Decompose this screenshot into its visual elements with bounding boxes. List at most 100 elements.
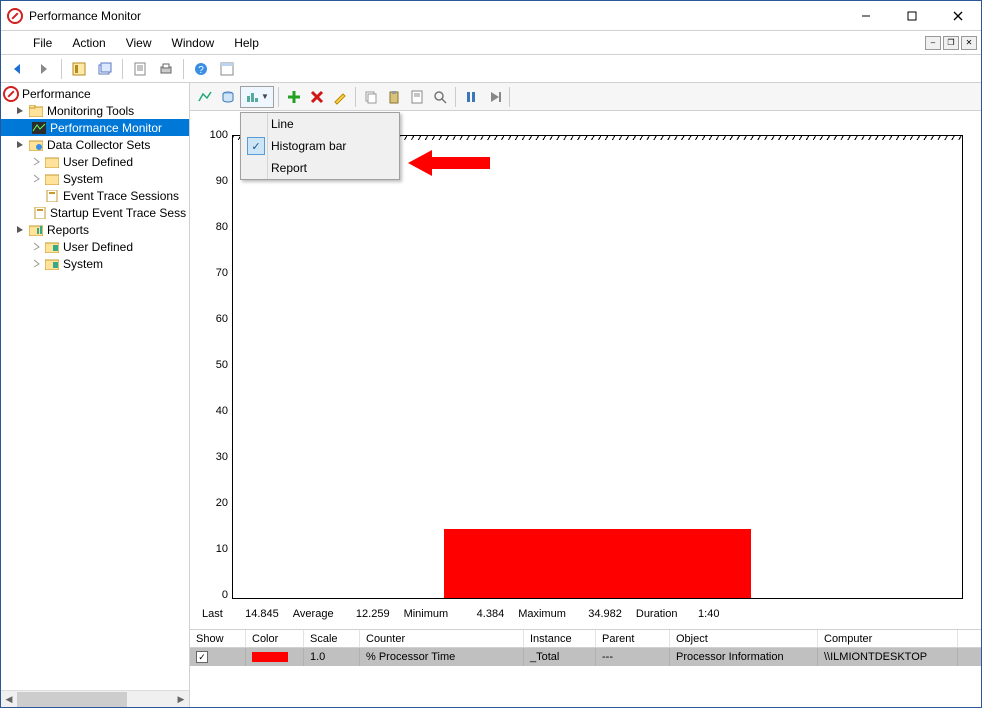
show-hide-tree-button[interactable] xyxy=(68,58,90,80)
folder-icon xyxy=(44,239,60,255)
chart-area: 0102030405060708090100 Last 14.845 Avera… xyxy=(190,111,981,629)
add-counter-button[interactable] xyxy=(283,86,305,108)
print-button[interactable] xyxy=(155,58,177,80)
change-graph-type-dropdown[interactable]: ▼ xyxy=(240,86,274,108)
y-tick: 0 xyxy=(222,589,228,601)
expander-icon[interactable] xyxy=(15,139,26,150)
properties-button[interactable] xyxy=(406,86,428,108)
header-parent[interactable]: Parent xyxy=(596,630,670,647)
menu-action[interactable]: Action xyxy=(62,33,115,53)
mdi-restore-button[interactable]: ❐ xyxy=(943,36,959,50)
copy-button[interactable] xyxy=(360,86,382,108)
scroll-thumb[interactable] xyxy=(17,692,127,707)
header-counter[interactable]: Counter xyxy=(360,630,524,647)
cell-color xyxy=(246,648,304,666)
expander-icon[interactable] xyxy=(31,156,42,167)
y-tick: 10 xyxy=(216,543,228,555)
tree-item-performance[interactable]: Performance xyxy=(1,85,189,102)
value-duration: 1:40 xyxy=(681,608,729,620)
cell-scale: 1.0 xyxy=(304,648,360,666)
menu-help[interactable]: Help xyxy=(224,33,269,53)
properties-button[interactable] xyxy=(129,58,151,80)
header-scale[interactable]: Scale xyxy=(304,630,360,647)
trace-icon xyxy=(33,205,47,221)
highlight-button[interactable] xyxy=(329,86,351,108)
y-tick: 50 xyxy=(216,359,228,371)
cell-counter: % Processor Time xyxy=(360,648,524,666)
sidebar-horizontal-scrollbar[interactable]: ◀ ▶ xyxy=(1,690,189,707)
maximize-button[interactable] xyxy=(889,1,935,30)
expander-icon[interactable] xyxy=(31,173,42,184)
header-show[interactable]: Show xyxy=(190,630,246,647)
counter-row[interactable]: ✓1.0% Processor Time_Total---Processor I… xyxy=(190,648,981,666)
reports-icon xyxy=(28,222,44,238)
menu-window[interactable]: Window xyxy=(162,33,225,53)
y-tick: 30 xyxy=(216,451,228,463)
dropdown-label: Line xyxy=(271,117,294,131)
dcs-icon xyxy=(28,137,44,153)
label-last: Last xyxy=(202,608,223,620)
y-tick: 80 xyxy=(216,221,228,233)
help-button[interactable]: ? xyxy=(190,58,212,80)
view-log-data-button[interactable] xyxy=(217,86,239,108)
new-window-button[interactable] xyxy=(94,58,116,80)
tree-item-event-trace-sessions[interactable]: Event Trace Sessions xyxy=(1,187,189,204)
dropdown-label: Report xyxy=(271,161,307,175)
dropdown-item-report[interactable]: Report xyxy=(241,157,399,179)
header-computer[interactable]: Computer xyxy=(818,630,958,647)
expander-icon[interactable] xyxy=(31,258,42,269)
minimize-button[interactable] xyxy=(843,1,889,30)
tree-item-reports-system[interactable]: System xyxy=(1,255,189,272)
cell-computer: \\ILMIONTDESKTOP xyxy=(818,648,958,666)
expander-icon[interactable] xyxy=(31,241,42,252)
window-controls xyxy=(843,1,981,30)
header-instance[interactable]: Instance xyxy=(524,630,596,647)
paste-button[interactable] xyxy=(383,86,405,108)
dropdown-item-line[interactable]: Line xyxy=(241,113,399,135)
view-current-activity-button[interactable] xyxy=(194,86,216,108)
menubar: File Action View Window Help ‒ ❐ ✕ xyxy=(1,31,981,55)
expander-icon[interactable] xyxy=(15,224,26,235)
tree-item-reports[interactable]: Reports xyxy=(1,221,189,238)
tree-item-startup-event-trace[interactable]: Startup Event Trace Sess xyxy=(1,204,189,221)
forward-button[interactable] xyxy=(33,58,55,80)
menu-view[interactable]: View xyxy=(116,33,162,53)
header-color[interactable]: Color xyxy=(246,630,304,647)
close-button[interactable] xyxy=(935,1,981,30)
tree-item-data-collector-sets[interactable]: Data Collector Sets xyxy=(1,136,189,153)
menu-file[interactable]: File xyxy=(23,33,62,53)
y-tick: 70 xyxy=(216,267,228,279)
show-checkbox[interactable]: ✓ xyxy=(196,651,208,663)
nav-tree: Performance Monitoring Tools Performance… xyxy=(1,83,189,690)
zoom-button[interactable] xyxy=(429,86,451,108)
tree-item-monitoring-tools[interactable]: Monitoring Tools xyxy=(1,102,189,119)
expander-icon[interactable] xyxy=(15,105,26,116)
folder-icon xyxy=(44,171,60,187)
body: Performance Monitoring Tools Performance… xyxy=(1,83,981,707)
scroll-left-icon[interactable]: ◀ xyxy=(1,691,17,708)
tree-item-performance-monitor[interactable]: Performance Monitor xyxy=(1,119,189,136)
tree-item-system[interactable]: System xyxy=(1,170,189,187)
tree-label: Reports xyxy=(47,223,89,237)
back-button[interactable] xyxy=(7,58,29,80)
svg-text:?: ? xyxy=(198,65,204,76)
value-maximum: 34.982 xyxy=(570,608,632,620)
mmc-toolbar: ? xyxy=(1,55,981,83)
update-data-button[interactable] xyxy=(483,86,505,108)
header-object[interactable]: Object xyxy=(670,630,818,647)
customize-button[interactable] xyxy=(216,58,238,80)
delete-counter-button[interactable] xyxy=(306,86,328,108)
tree-item-reports-user-defined[interactable]: User Defined xyxy=(1,238,189,255)
tree-item-user-defined[interactable]: User Defined xyxy=(1,153,189,170)
mdi-minimize-button[interactable]: ‒ xyxy=(925,36,941,50)
tree-label: User Defined xyxy=(63,155,133,169)
graph-type-dropdown-menu: Line ✓ Histogram bar Report xyxy=(240,112,400,180)
folder-icon xyxy=(28,103,44,119)
annotation-arrow xyxy=(408,148,490,178)
mdi-close-button[interactable]: ✕ xyxy=(961,36,977,50)
app-icon xyxy=(7,8,23,24)
plot[interactable] xyxy=(232,135,963,599)
dropdown-item-histogram-bar[interactable]: ✓ Histogram bar xyxy=(241,135,399,157)
scroll-right-icon[interactable]: ▶ xyxy=(173,691,189,708)
freeze-display-button[interactable] xyxy=(460,86,482,108)
